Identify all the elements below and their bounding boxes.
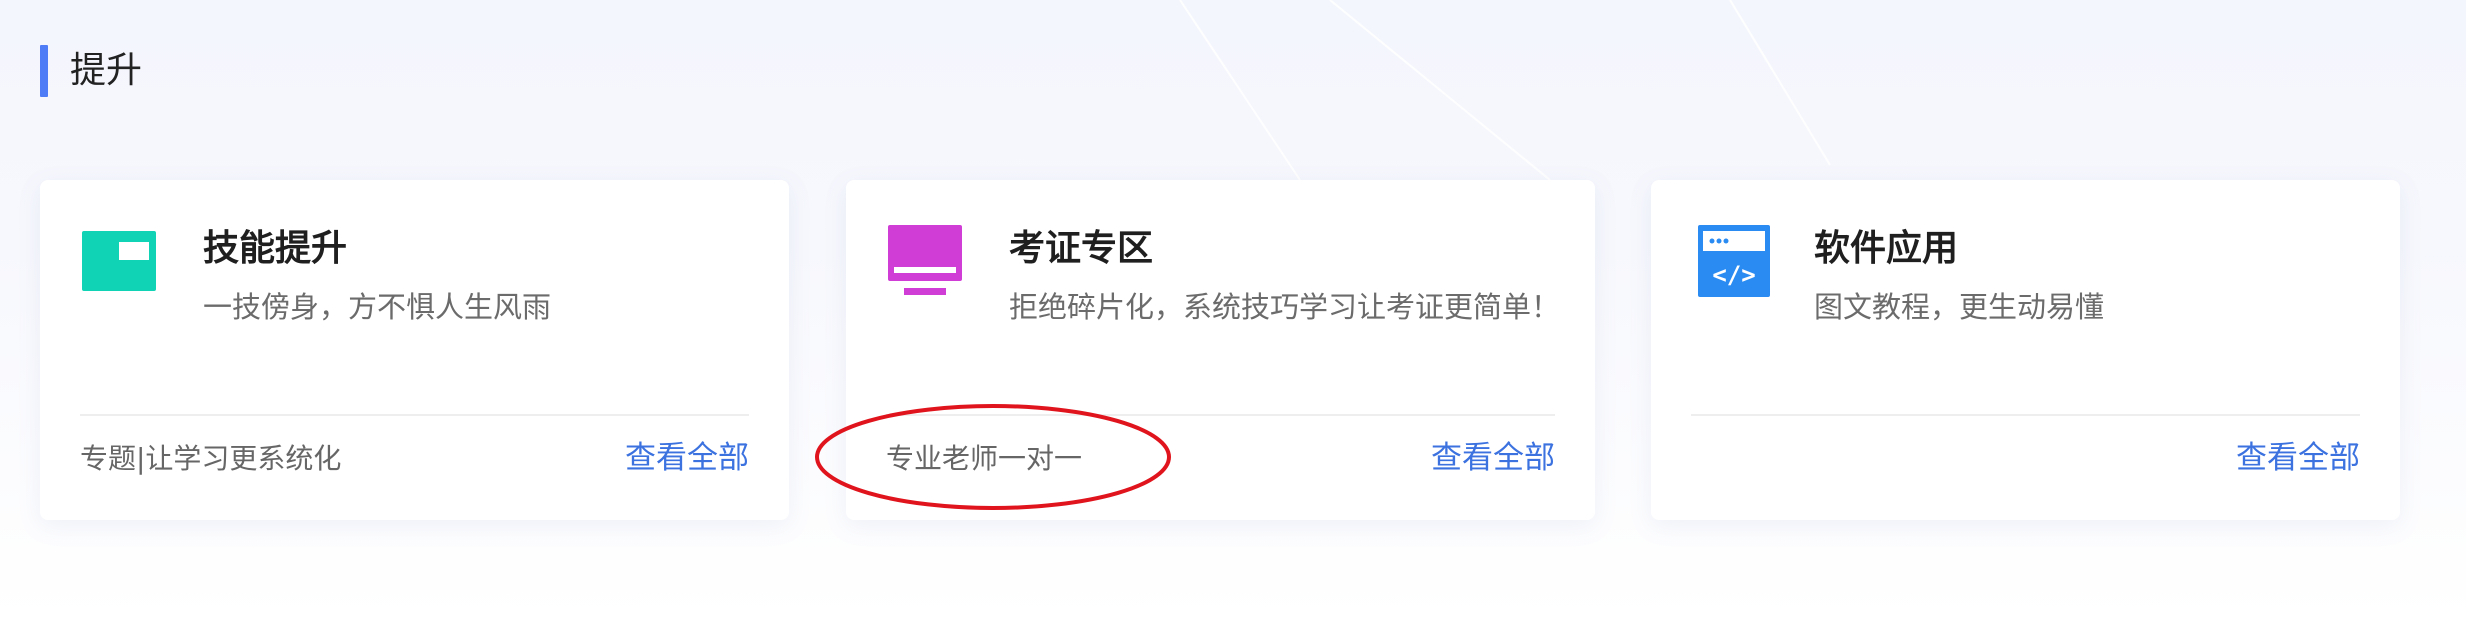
card-tag: 专题|让学习更系统化: [80, 442, 342, 475]
section-accent-bar: [40, 45, 48, 97]
card-tag: 专业老师一对一: [886, 442, 1083, 475]
section-header: 提升: [40, 44, 142, 98]
view-all-link[interactable]: 查看全部: [2236, 436, 2360, 480]
card-skill-improvement[interactable]: 技能提升 一技傍身，方不惧人生风雨 专题|让学习更系统化 查看全部: [40, 180, 789, 520]
card-description: 拒绝碎片化，系统技巧学习让考证更简单！: [1009, 290, 1561, 324]
card-software-applications[interactable]: </> 软件应用 图文教程，更生动易懂 查看全部: [1651, 180, 2400, 520]
card-description: 图文教程，更生动易懂: [1814, 290, 2105, 324]
card-divider: [886, 414, 1555, 416]
svg-text:</>: </>: [1712, 261, 1755, 289]
code-window-icon: </>: [1698, 225, 1772, 299]
section-title: 提升: [70, 50, 143, 91]
panel-icon: [82, 225, 156, 299]
card-divider: [80, 414, 749, 416]
monitor-icon: [888, 225, 962, 299]
view-all-link[interactable]: 查看全部: [1431, 436, 1555, 480]
card-certification-zone[interactable]: 考证专区 拒绝碎片化，系统技巧学习让考证更简单！ 专业老师一对一 查看全部: [846, 180, 1595, 520]
card-title: 技能提升: [203, 228, 348, 269]
card-title: 软件应用: [1814, 228, 1959, 269]
card-title: 考证专区: [1009, 228, 1154, 269]
card-divider: [1691, 414, 2360, 416]
card-description: 一技傍身，方不惧人生风雨: [203, 290, 552, 324]
view-all-link[interactable]: 查看全部: [625, 436, 749, 480]
